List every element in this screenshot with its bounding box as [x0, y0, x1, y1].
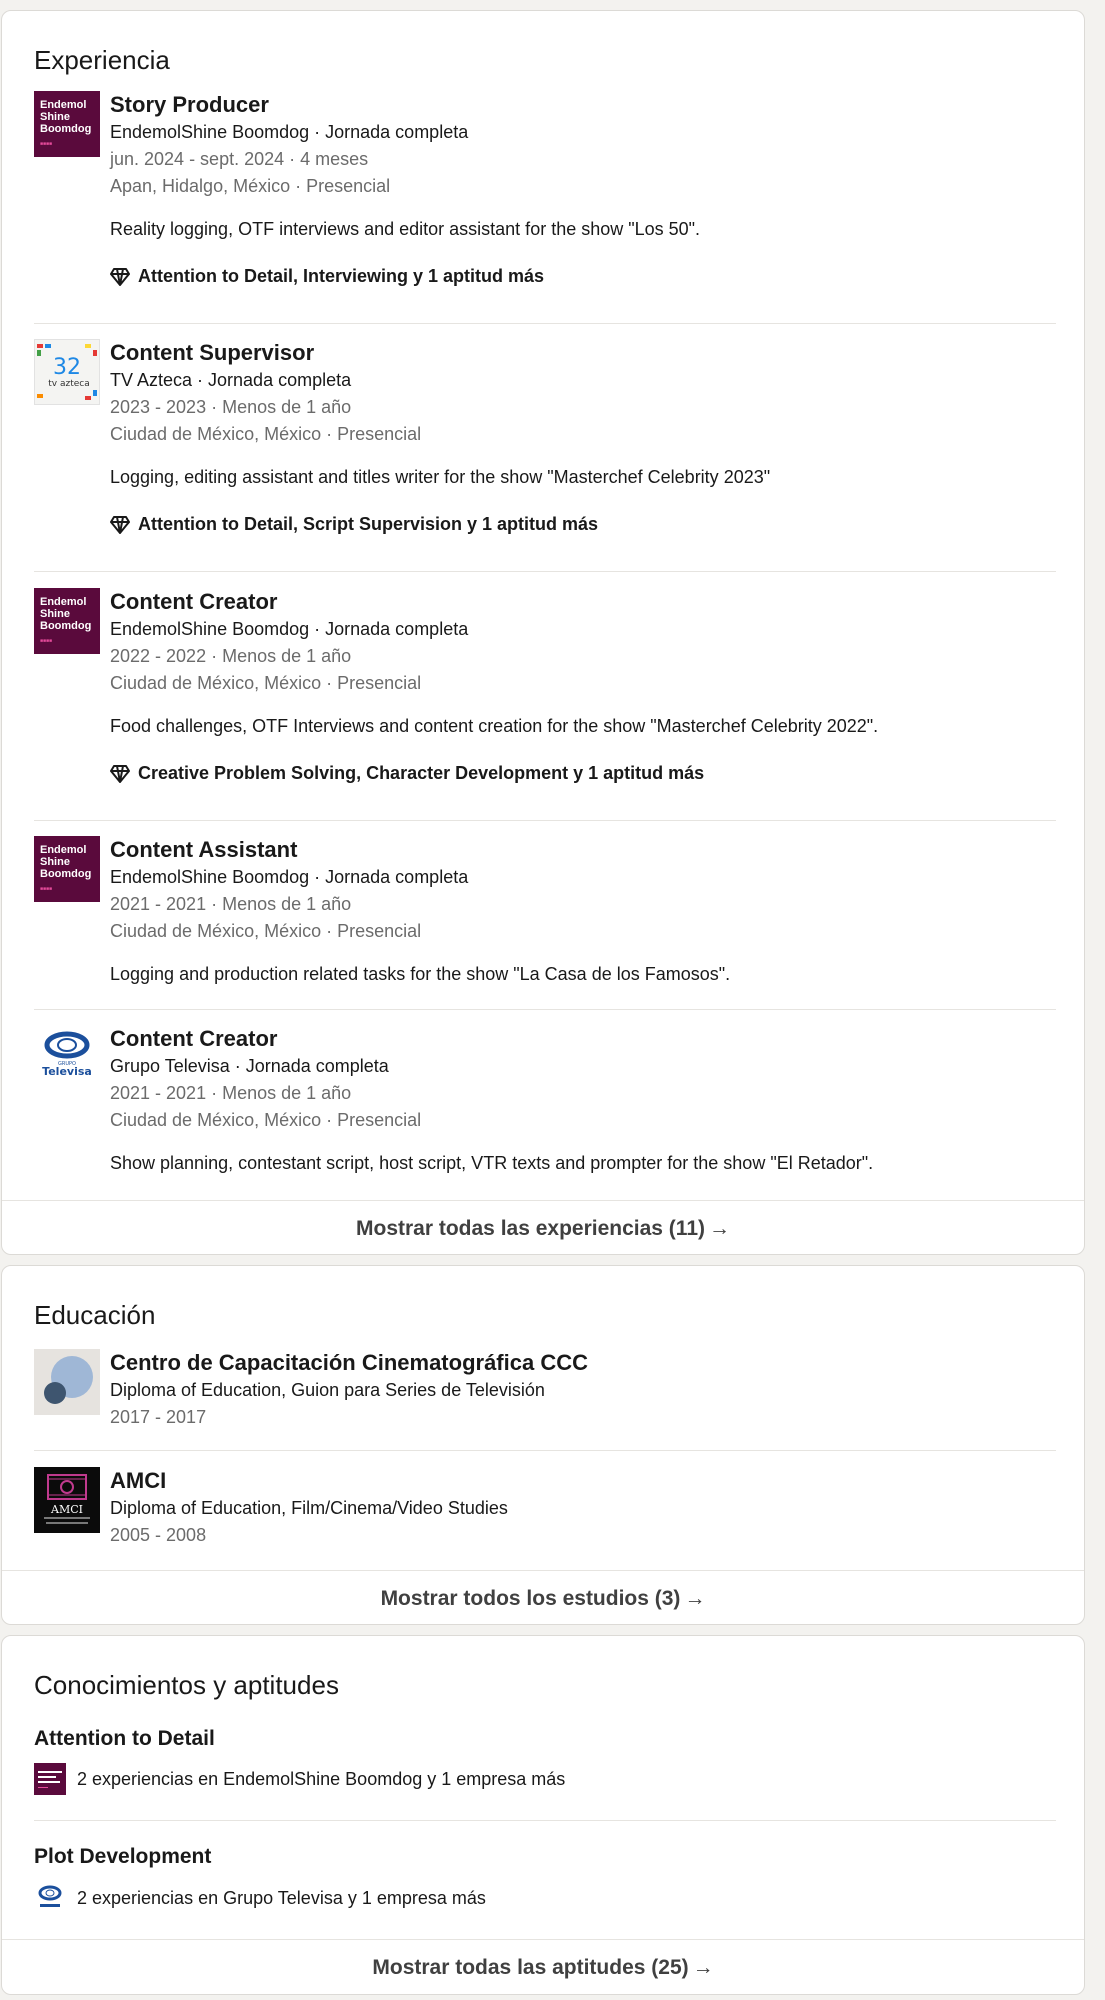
experience-role[interactable]: Content Supervisor: [110, 339, 1056, 367]
footer-divider: [2, 1200, 1084, 1201]
svg-text:tv azteca: tv azteca: [48, 379, 89, 389]
divider: [34, 820, 1056, 821]
diamond-outline-icon: [110, 764, 130, 783]
experience-location: Ciudad de México, México · Presencial: [110, 1110, 422, 1130]
skill-name[interactable]: Attention to Detail: [34, 1727, 215, 1751]
experience-company: EndemolShine Boomdog · Jornada completa: [110, 122, 469, 142]
experience-location: Ciudad de México, México · Presencial: [110, 921, 422, 941]
divider: [34, 1009, 1056, 1010]
education-dates: 2017 - 2017: [110, 1407, 207, 1427]
diamond-outline-icon: [110, 267, 130, 286]
endemol-logo[interactable]: Endemol Shine Boomdog ■■■■: [34, 836, 100, 902]
experience-location: Apan, Hidalgo, México · Presencial: [110, 176, 391, 196]
experience-dates: 2021 - 2021 · Menos de 1 año: [110, 894, 352, 914]
endemol-logo: [34, 1763, 66, 1795]
experience-dates: 2021 - 2021 · Menos de 1 año: [110, 1083, 352, 1103]
experience-section: Experiencia Endemol Shine Boomdog ■■■■ S…: [1, 10, 1085, 1255]
endemol-logo[interactable]: Endemol Shine Boomdog ■■■■: [34, 588, 100, 654]
experience-company: EndemolShine Boomdog · Jornada completa: [110, 619, 469, 639]
skills-title: Conocimientos y aptitudes: [34, 1670, 339, 1700]
experience-title: Experiencia: [34, 45, 170, 75]
experience-entry[interactable]: 32 tv azteca Content Supervisor TV Aztec…: [34, 339, 1056, 559]
experience-description: Logging, editing assistant and titles wr…: [110, 467, 771, 487]
education-school[interactable]: Centro de Capacitación Cinematográfica C…: [110, 1349, 1056, 1377]
education-title: Educación: [34, 1300, 156, 1330]
divider: [34, 1450, 1056, 1451]
endemol-logo[interactable]: Endemol Shine Boomdog ■■■■: [34, 91, 100, 157]
experience-description: Logging and production related tasks for…: [110, 964, 731, 984]
education-degree: Diploma of Education, Film/Cinema/Video …: [110, 1498, 508, 1518]
experience-description: Reality logging, OTF interviews and edit…: [110, 219, 701, 239]
skills-section: Conocimientos y aptitudes Attention to D…: [1, 1635, 1085, 1995]
svg-text:AMCI: AMCI: [50, 1503, 83, 1516]
divider: [34, 1820, 1056, 1821]
televisa-logo: [34, 1882, 66, 1914]
experience-company: TV Azteca · Jornada completa: [110, 370, 352, 390]
experience-dates: 2023 - 2023 · Menos de 1 año: [110, 397, 352, 417]
experience-entry[interactable]: GRUPO Televisa Content Creator Grupo Tel…: [34, 1025, 1056, 1205]
experience-location: Ciudad de México, México · Presencial: [110, 673, 422, 693]
show-all-education-button[interactable]: Mostrar todos los estudios (3) →: [2, 1584, 1084, 1614]
experience-dates: jun. 2024 - sept. 2024 · 4 meses: [110, 149, 369, 169]
svg-text:Televisa: Televisa: [42, 1065, 92, 1078]
ccc-logo[interactable]: [34, 1349, 100, 1415]
experience-skills[interactable]: Attention to Detail, Interviewing y 1 ap…: [110, 263, 1056, 290]
divider: [34, 571, 1056, 572]
education-entry[interactable]: AMCI AMCI Diploma of Education, Film/Cin…: [34, 1467, 1056, 1567]
skill-detail: 2 experiencias en Grupo Televisa y 1 emp…: [77, 1888, 486, 1908]
diamond-outline-icon: [110, 515, 130, 534]
footer-divider: [2, 1570, 1084, 1571]
experience-description: Show planning, contestant script, host s…: [110, 1153, 874, 1173]
experience-role[interactable]: Content Creator: [110, 588, 1056, 616]
televisa-logo[interactable]: GRUPO Televisa: [34, 1025, 100, 1091]
experience-company: Grupo Televisa · Jornada completa: [110, 1056, 389, 1076]
experience-role[interactable]: Content Assistant: [110, 836, 1056, 864]
arrow-right-icon: →: [709, 1217, 730, 1240]
education-dates: 2005 - 2008: [110, 1525, 207, 1545]
experience-description: Food challenges, OTF Interviews and cont…: [110, 716, 879, 736]
divider: [34, 323, 1056, 324]
experience-dates: 2022 - 2022 · Menos de 1 año: [110, 646, 352, 666]
experience-entry[interactable]: Endemol Shine Boomdog ■■■■ Content Creat…: [34, 588, 1056, 808]
arrow-right-icon: →: [684, 1587, 706, 1610]
arrow-right-icon: →: [692, 1956, 714, 1979]
experience-entry[interactable]: Endemol Shine Boomdog ■■■■ Story Produce…: [34, 91, 1056, 311]
skill-name[interactable]: Plot Development: [34, 1845, 211, 1869]
svg-text:32: 32: [53, 355, 81, 380]
education-degree: Diploma of Education, Guion para Series …: [110, 1380, 545, 1400]
experience-location: Ciudad de México, México · Presencial: [110, 424, 422, 444]
show-all-experience-button[interactable]: Mostrar todas las experiencias (11) →: [2, 1214, 1084, 1244]
experience-company: EndemolShine Boomdog · Jornada completa: [110, 867, 469, 887]
experience-skills[interactable]: Attention to Detail, Script Supervision …: [110, 511, 1056, 538]
show-all-skills-button[interactable]: Mostrar todas las aptitudes (25) →: [2, 1953, 1084, 1983]
tv-azteca-logo[interactable]: 32 tv azteca: [34, 339, 100, 405]
footer-divider: [2, 1939, 1084, 1940]
experience-role[interactable]: Story Producer: [110, 91, 1056, 119]
experience-entry[interactable]: Endemol Shine Boomdog ■■■■ Content Assis…: [34, 836, 1056, 1006]
skill-detail: 2 experiencias en EndemolShine Boomdog y…: [77, 1769, 566, 1789]
experience-role[interactable]: Content Creator: [110, 1025, 1056, 1053]
education-school[interactable]: AMCI: [110, 1467, 1056, 1495]
education-entry[interactable]: Centro de Capacitación Cinematográfica C…: [34, 1349, 1056, 1449]
amci-logo[interactable]: AMCI: [34, 1467, 100, 1533]
experience-skills[interactable]: Creative Problem Solving, Character Deve…: [110, 760, 1056, 787]
education-section: Educación Centro de Capacitación Cinemat…: [1, 1265, 1085, 1625]
